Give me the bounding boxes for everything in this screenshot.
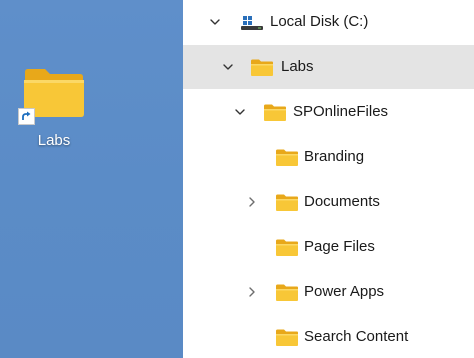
tree-item-label: Branding [304, 148, 365, 165]
tree-item-page-files[interactable]: Page Files [183, 225, 474, 269]
desktop: Labs [0, 0, 183, 358]
folder-icon [264, 104, 286, 121]
folder-icon [251, 59, 273, 76]
tree-item-labs[interactable]: Labs [183, 45, 474, 89]
tree-item-label: Search Content [304, 328, 409, 345]
folder-icon [276, 284, 298, 301]
desktop-shortcut-labs[interactable]: Labs [18, 62, 90, 154]
chevron-right-icon[interactable] [245, 195, 259, 209]
tree-item-label: SPOnlineFiles [293, 103, 389, 120]
drive-icon [241, 16, 263, 30]
tree-item-power-apps[interactable]: Power Apps [183, 270, 474, 314]
tree-item-branding[interactable]: Branding [183, 135, 474, 179]
folder-icon [276, 194, 298, 211]
tree-item-documents[interactable]: Documents [183, 180, 474, 224]
shortcut-arrow-icon [18, 108, 35, 125]
tree-item-label: Documents [304, 193, 380, 210]
tree-item-label: Local Disk (C:) [270, 13, 369, 30]
folder-icon [276, 239, 298, 256]
tree-item-search-content[interactable]: Search Content [183, 315, 474, 358]
tree-item-sponlinefiles[interactable]: SPOnlineFiles [183, 90, 474, 134]
folder-icon [276, 149, 298, 166]
chevron-down-icon[interactable] [208, 15, 222, 29]
desktop-shortcut-label: Labs [37, 132, 71, 149]
chevron-right-icon[interactable] [245, 285, 259, 299]
tree-item-label: Power Apps [304, 283, 385, 300]
folder-icon [276, 329, 298, 346]
tree-item-label: Page Files [304, 238, 375, 255]
navigation-tree: Local Disk (C:) Labs SPOnlineFiles Branding… [183, 0, 474, 358]
chevron-down-icon[interactable] [221, 60, 235, 74]
tree-item-label: Labs [281, 58, 314, 75]
screen: Labs Local Disk (C:) Labs SPOnlineFiles Bra… [0, 0, 474, 358]
chevron-down-icon[interactable] [233, 105, 247, 119]
tree-item-local-disk-c[interactable]: Local Disk (C:) [183, 0, 474, 44]
